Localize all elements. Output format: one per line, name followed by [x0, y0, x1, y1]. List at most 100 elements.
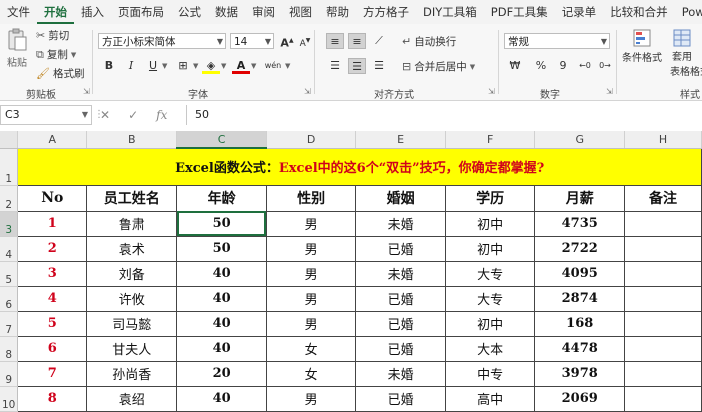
- decrease-decimal-button[interactable]: 0→: [596, 58, 614, 74]
- cell-age[interactable]: 50: [176, 235, 267, 262]
- cell-education[interactable]: 大专: [444, 285, 536, 312]
- cell-education[interactable]: 高中: [444, 385, 536, 412]
- cell-age[interactable]: 40: [176, 385, 267, 412]
- cell-age[interactable]: 40: [176, 260, 267, 287]
- fill-color-button[interactable]: ◈: [202, 58, 220, 74]
- tab-insert[interactable]: 插入: [74, 0, 111, 24]
- copy-dropdown-icon[interactable]: ▼: [71, 51, 76, 59]
- cell-sex[interactable]: 男: [265, 310, 357, 337]
- cell-name[interactable]: 刘备: [86, 260, 178, 287]
- comma-style-button[interactable]: 9: [554, 58, 572, 74]
- row-header[interactable]: 5: [0, 261, 19, 287]
- cell-no[interactable]: 3: [17, 260, 88, 287]
- cell-no[interactable]: 7: [17, 360, 88, 387]
- phonetic-button[interactable]: wén: [262, 58, 284, 74]
- align-left-button[interactable]: ☰: [326, 58, 344, 74]
- cell-education[interactable]: 大专: [444, 260, 536, 287]
- header-cell[interactable]: 性别: [265, 184, 357, 212]
- cell-age[interactable]: 40: [176, 310, 267, 337]
- cell-no[interactable]: 2: [17, 235, 88, 262]
- chevron-down-icon[interactable]: ▼: [162, 62, 167, 70]
- cell-sex[interactable]: 男: [265, 285, 357, 312]
- cell-no[interactable]: 4: [17, 285, 88, 312]
- cell-name[interactable]: 甘夫人: [86, 335, 178, 362]
- column-header-a[interactable]: A: [17, 131, 88, 149]
- cell-sex[interactable]: 女: [265, 335, 357, 362]
- cell-note[interactable]: [624, 335, 702, 362]
- cell-age[interactable]: 40: [176, 285, 267, 312]
- cell-note[interactable]: [624, 360, 702, 387]
- column-header-c[interactable]: C: [176, 131, 267, 149]
- cell-no[interactable]: 6: [17, 335, 88, 362]
- cell-sex[interactable]: 男: [265, 260, 357, 287]
- cell-salary[interactable]: 168: [534, 310, 626, 337]
- cell-name[interactable]: 袁绍: [86, 385, 178, 412]
- name-box[interactable]: C3 ▼: [0, 105, 92, 125]
- tab-power[interactable]: Powe: [675, 0, 702, 24]
- cell-sex[interactable]: 男: [265, 210, 357, 237]
- cell-name[interactable]: 司马懿: [86, 310, 178, 337]
- borders-button[interactable]: ⊞: [174, 58, 192, 74]
- cell-name[interactable]: 许攸: [86, 285, 178, 312]
- header-cell[interactable]: No: [17, 184, 88, 212]
- format-painter-button[interactable]: 🖌 格式刷: [36, 66, 84, 81]
- cell-salary[interactable]: 4735: [534, 210, 626, 237]
- font-color-button[interactable]: A: [232, 58, 250, 74]
- number-format-select[interactable]: 常规 ▼: [504, 33, 610, 49]
- header-cell[interactable]: 备注: [624, 184, 702, 212]
- alignment-launcher-icon[interactable]: ⇲: [488, 87, 495, 96]
- tab-data[interactable]: 数据: [208, 0, 245, 24]
- cell-note[interactable]: [624, 310, 702, 337]
- cell-marriage[interactable]: 未婚: [355, 260, 446, 287]
- chevron-down-icon[interactable]: ▼: [470, 63, 475, 71]
- cell-no[interactable]: 8: [17, 385, 88, 412]
- formula-input[interactable]: 50: [186, 105, 702, 125]
- increase-font-button[interactable]: A▲: [278, 33, 296, 50]
- row-header[interactable]: 6: [0, 286, 19, 312]
- header-cell[interactable]: 学历: [444, 184, 536, 212]
- header-cell[interactable]: 月薪: [534, 184, 626, 212]
- cell-note[interactable]: [624, 235, 702, 262]
- cell-marriage[interactable]: 未婚: [355, 360, 446, 387]
- row-header[interactable]: 1: [0, 148, 19, 186]
- cancel-icon[interactable]: ✕: [100, 108, 110, 122]
- orientation-button[interactable]: ⟋: [370, 33, 388, 49]
- row-header[interactable]: 4: [0, 236, 19, 262]
- column-header-f[interactable]: F: [445, 131, 536, 149]
- cell-salary[interactable]: 4095: [534, 260, 626, 287]
- tab-compare-merge[interactable]: 比较和合并: [603, 0, 675, 24]
- align-middle-button[interactable]: ≡: [348, 33, 366, 49]
- cell-name[interactable]: 袁术: [86, 235, 178, 262]
- row-header[interactable]: 9: [0, 361, 19, 387]
- chevron-down-icon[interactable]: ▼: [221, 62, 226, 70]
- row-header[interactable]: 10: [0, 386, 19, 412]
- tab-page-layout[interactable]: 页面布局: [111, 0, 171, 24]
- number-launcher-icon[interactable]: ⇲: [606, 87, 613, 96]
- cell-note[interactable]: [624, 210, 702, 237]
- tab-record-sheet[interactable]: 记录单: [555, 0, 604, 24]
- cell-age[interactable]: 20: [176, 360, 267, 387]
- cell-no[interactable]: 5: [17, 310, 88, 337]
- column-header-e[interactable]: E: [355, 131, 446, 149]
- cell-note[interactable]: [624, 285, 702, 312]
- cell-sex[interactable]: 男: [265, 235, 357, 262]
- insert-function-icon[interactable]: fx: [156, 108, 167, 122]
- decrease-font-button[interactable]: A▼: [296, 33, 314, 49]
- column-header-g[interactable]: G: [534, 131, 626, 149]
- wrap-text-button[interactable]: ↵ 自动换行: [402, 34, 456, 49]
- cell-salary[interactable]: 2874: [534, 285, 626, 312]
- cell-marriage[interactable]: 已婚: [355, 310, 446, 337]
- row-header[interactable]: 2: [0, 185, 19, 212]
- cut-button[interactable]: ✂ 剪切: [36, 28, 69, 43]
- cell-salary[interactable]: 4478: [534, 335, 626, 362]
- font-size-select[interactable]: 14 ▼: [230, 33, 274, 49]
- align-right-button[interactable]: ☰: [370, 58, 388, 74]
- chevron-down-icon[interactable]: ▼: [251, 62, 256, 70]
- currency-button[interactable]: ₩: [506, 58, 524, 74]
- align-top-button[interactable]: ≡: [326, 33, 344, 49]
- tab-pdf-tools[interactable]: PDF工具集: [484, 0, 555, 24]
- cell-education[interactable]: 初中: [444, 235, 536, 262]
- cell-education[interactable]: 中专: [444, 360, 536, 387]
- confirm-icon[interactable]: ✓: [128, 108, 138, 122]
- cell-marriage[interactable]: 已婚: [355, 285, 446, 312]
